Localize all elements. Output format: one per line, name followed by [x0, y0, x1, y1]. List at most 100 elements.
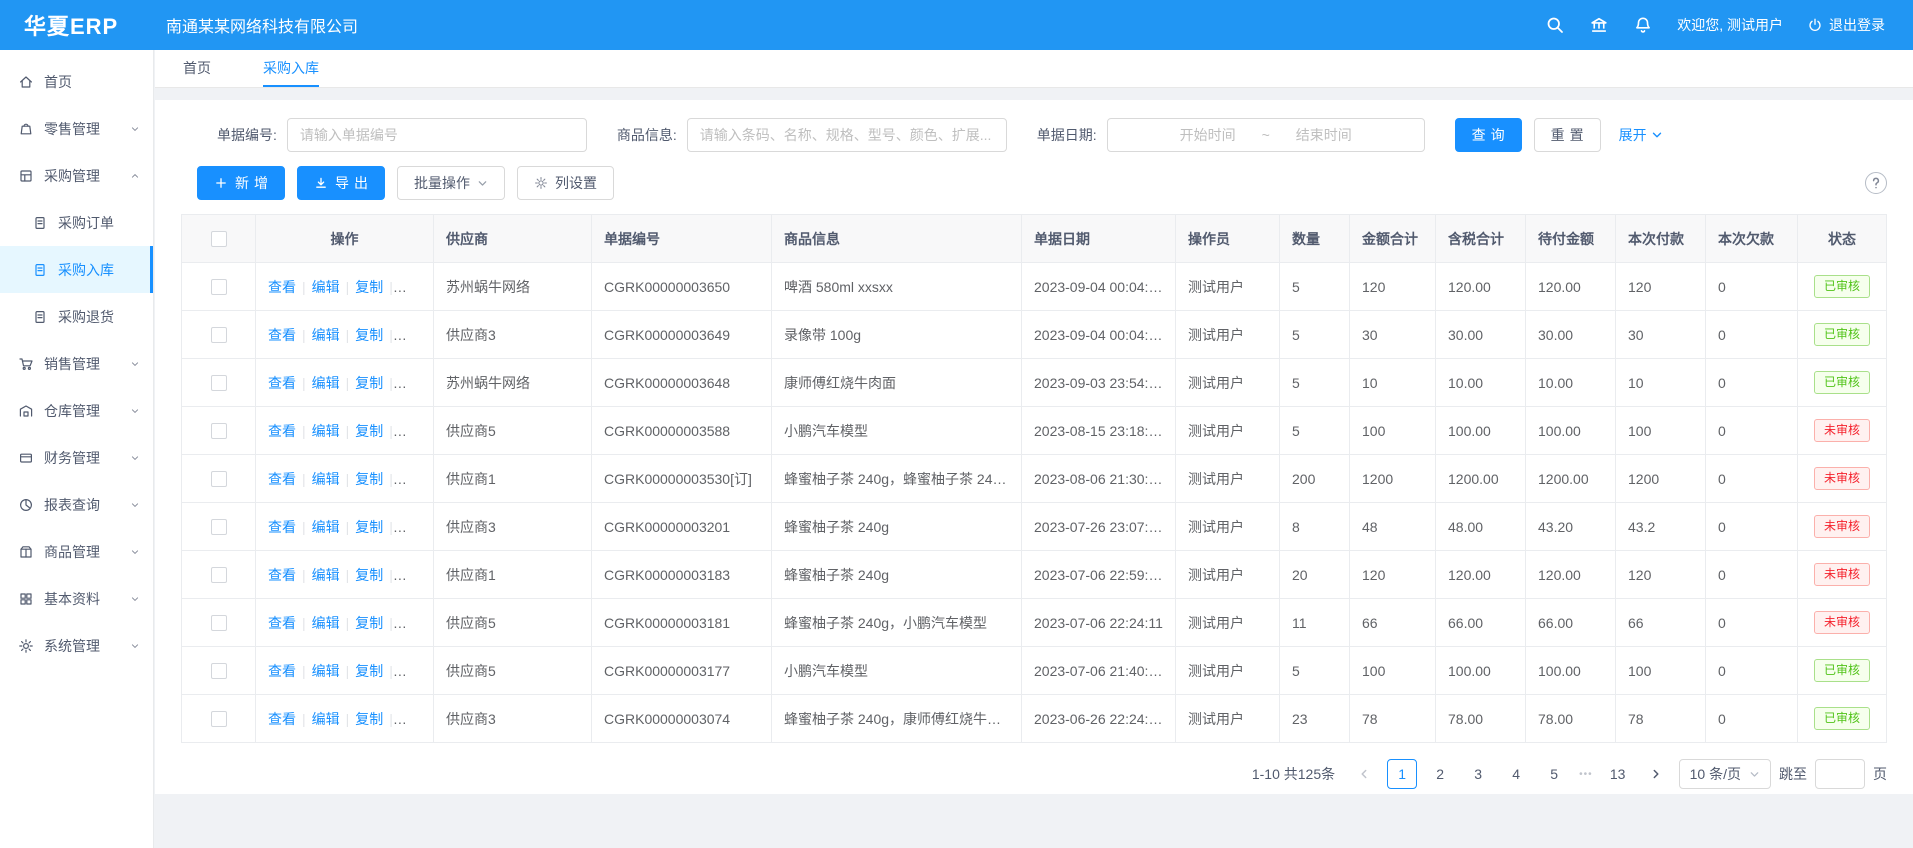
sidebar-item[interactable]: 采购退货: [0, 293, 153, 340]
page-button-2[interactable]: 2: [1425, 759, 1455, 789]
row-action-copy[interactable]: 复制: [355, 375, 383, 391]
column-header: 操作: [256, 215, 434, 263]
row-checkbox[interactable]: [211, 327, 227, 343]
action-separator: |: [346, 615, 350, 631]
row-checkbox[interactable]: [211, 423, 227, 439]
sidebar-item[interactable]: 采购管理: [0, 152, 153, 199]
cell-total: 30: [1350, 311, 1436, 359]
next-page-button[interactable]: [1641, 759, 1671, 789]
page-button-1[interactable]: 1: [1387, 759, 1417, 789]
row-action-copy[interactable]: 复制: [355, 615, 383, 631]
sidebar-item[interactable]: 仓库管理: [0, 387, 153, 434]
row-action-copy[interactable]: 复制: [355, 519, 383, 535]
tab[interactable]: 采购入库: [263, 50, 319, 87]
row-action-view[interactable]: 查看: [268, 375, 296, 391]
row-action-copy[interactable]: 复制: [355, 471, 383, 487]
row-action-edit[interactable]: 编辑: [312, 327, 340, 343]
search-icon[interactable]: [1545, 15, 1565, 35]
sidebar-item[interactable]: 零售管理: [0, 105, 153, 152]
row-action-edit[interactable]: 编辑: [312, 711, 340, 727]
help-icon[interactable]: [1865, 172, 1887, 194]
sidebar-item[interactable]: 商品管理: [0, 528, 153, 575]
row-action-view[interactable]: 查看: [268, 423, 296, 439]
row-action-view[interactable]: 查看: [268, 279, 296, 295]
row-action-edit[interactable]: 编辑: [312, 375, 340, 391]
page-button-13[interactable]: 13: [1603, 759, 1633, 789]
row-checkbox[interactable]: [211, 663, 227, 679]
bell-icon[interactable]: [1633, 15, 1653, 35]
expand-link[interactable]: 展开: [1619, 125, 1663, 145]
select-all-checkbox[interactable]: [211, 231, 227, 247]
row-action-copy[interactable]: 复制: [355, 279, 383, 295]
page-button-4[interactable]: 4: [1501, 759, 1531, 789]
cell-debt: 0: [1706, 647, 1798, 695]
row-checkbox[interactable]: [211, 279, 227, 295]
row-action-view[interactable]: 查看: [268, 567, 296, 583]
sidebar-item[interactable]: 采购订单: [0, 199, 153, 246]
row-action-copy[interactable]: 复制: [355, 327, 383, 343]
bill-no-input[interactable]: [287, 118, 587, 152]
row-action-edit[interactable]: 编辑: [312, 423, 340, 439]
row-checkbox[interactable]: [211, 471, 227, 487]
row-action-edit[interactable]: 编辑: [312, 663, 340, 679]
sidebar-item[interactable]: 基本资料: [0, 575, 153, 622]
row-action-view[interactable]: 查看: [268, 519, 296, 535]
chevron-down-icon: [129, 593, 141, 605]
row-action-view[interactable]: 查看: [268, 471, 296, 487]
sidebar-item[interactable]: 财务管理: [0, 434, 153, 481]
row-checkbox[interactable]: [211, 375, 227, 391]
row-action-view[interactable]: 查看: [268, 327, 296, 343]
sidebar-item[interactable]: 报表查询: [0, 481, 153, 528]
status-badge: 已审核: [1814, 659, 1870, 681]
cell-bill-no: CGRK00000003650: [592, 263, 772, 311]
column-settings-button[interactable]: 列设置: [517, 166, 614, 200]
export-button[interactable]: 导出: [297, 166, 385, 200]
cell-bill-date: 2023-08-06 21:30:46: [1022, 455, 1176, 503]
cell-goods: 啤酒 580ml xxsxx: [772, 263, 1022, 311]
table-row: 查看|编辑|复制|删除供应商5CGRK00000003177小鹏汽车模型2023…: [182, 647, 1887, 695]
doc-icon: [32, 262, 48, 278]
row-action-view[interactable]: 查看: [268, 711, 296, 727]
row-action-view[interactable]: 查看: [268, 663, 296, 679]
jump-page-input[interactable]: [1815, 759, 1865, 789]
row-action-edit[interactable]: 编辑: [312, 615, 340, 631]
row-checkbox[interactable]: [211, 711, 227, 727]
row-checkbox[interactable]: [211, 567, 227, 583]
cell-supplier: 苏州蜗牛网络: [434, 263, 592, 311]
sidebar-item[interactable]: 首页: [0, 58, 153, 105]
sidebar-item[interactable]: 采购入库: [0, 246, 153, 293]
sidebar-item-label: 系统管理: [44, 636, 129, 656]
row-checkbox[interactable]: [211, 615, 227, 631]
sidebar-item[interactable]: 系统管理: [0, 622, 153, 669]
row-action-view[interactable]: 查看: [268, 615, 296, 631]
row-action-copy[interactable]: 复制: [355, 567, 383, 583]
row-action-edit[interactable]: 编辑: [312, 519, 340, 535]
cell-actions: 查看|编辑|复制|删除: [256, 455, 434, 503]
cell-goods: 蜂蜜柚子茶 240g，康师傅红烧牛肉...: [772, 695, 1022, 743]
cell-bill-no: CGRK00000003181: [592, 599, 772, 647]
action-separator: |: [302, 327, 306, 343]
action-separator: |: [346, 423, 350, 439]
page-button-5[interactable]: 5: [1539, 759, 1569, 789]
page-button-3[interactable]: 3: [1463, 759, 1493, 789]
sidebar-item[interactable]: 销售管理: [0, 340, 153, 387]
add-button[interactable]: 新增: [197, 166, 285, 200]
row-action-edit[interactable]: 编辑: [312, 567, 340, 583]
goods-info-input[interactable]: [687, 118, 1007, 152]
page-size-select[interactable]: 10 条/页: [1679, 759, 1771, 789]
logout-button[interactable]: 退出登录: [1807, 15, 1885, 35]
reset-button[interactable]: 重置: [1534, 118, 1601, 152]
row-action-edit[interactable]: 编辑: [312, 471, 340, 487]
date-start-placeholder: 开始时间: [1180, 125, 1236, 145]
row-action-copy[interactable]: 复制: [355, 663, 383, 679]
row-checkbox[interactable]: [211, 519, 227, 535]
row-action-copy[interactable]: 复制: [355, 423, 383, 439]
prev-page-button[interactable]: [1349, 759, 1379, 789]
date-range-picker[interactable]: 开始时间 ~ 结束时间: [1107, 118, 1425, 152]
tab[interactable]: 首页: [183, 50, 211, 87]
bank-icon[interactable]: [1589, 15, 1609, 35]
search-button[interactable]: 查询: [1455, 118, 1522, 152]
batch-actions-button[interactable]: 批量操作: [397, 166, 505, 200]
row-action-edit[interactable]: 编辑: [312, 279, 340, 295]
row-action-copy[interactable]: 复制: [355, 711, 383, 727]
